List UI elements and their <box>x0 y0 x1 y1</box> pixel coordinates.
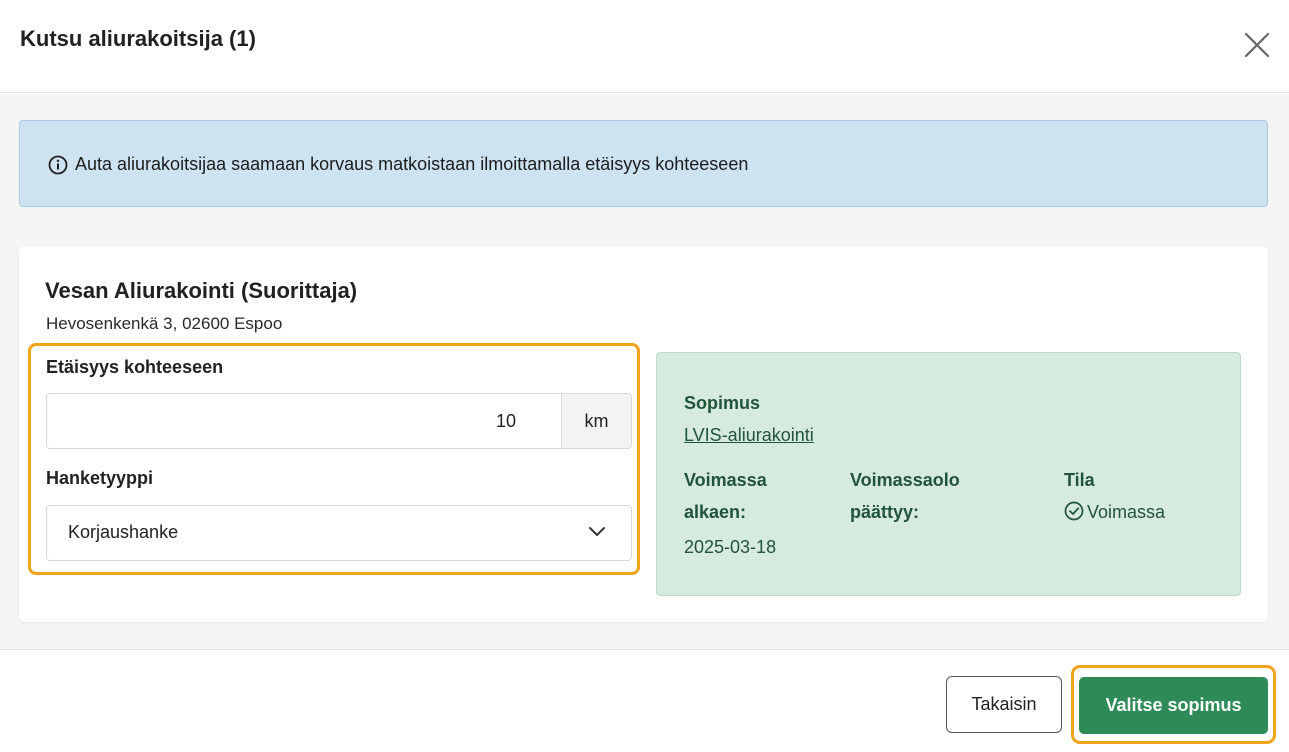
subcontractor-name: Vesan Aliurakointi (Suorittaja) <box>45 278 358 303</box>
contract-label: Sopimus <box>684 393 761 413</box>
select-contract-button[interactable]: Valitse sopimus <box>1079 677 1268 734</box>
valid-from-label-line2: alkaen: <box>684 502 747 522</box>
valid-until-label-line2: päättyy: <box>850 502 920 522</box>
status-label: Tila <box>1064 470 1095 490</box>
close-icon <box>1244 32 1270 58</box>
info-banner-text: Auta aliurakoitsijaa saamaan korvaus mat… <box>75 154 749 174</box>
dialog-title: Kutsu aliurakoitsija (1) <box>20 26 256 51</box>
distance-unit: km <box>561 394 631 448</box>
dialog-body: Auta aliurakoitsijaa saamaan korvaus mat… <box>0 94 1289 649</box>
check-circle-icon <box>1064 501 1084 521</box>
valid-until-label-line1: Voimassaolo <box>850 470 960 490</box>
distance-form: Etäisyys kohteeseen 10 km Hanketyyppi Ko… <box>28 343 640 575</box>
dialog-footer: Takaisin Valitse sopimus <box>0 649 1289 752</box>
chevron-down-icon <box>589 527 605 536</box>
contract-panel: Sopimus LVIS-aliurakointi Voimassa alkae… <box>656 352 1241 596</box>
status-badge: Voimassa <box>1064 496 1165 528</box>
close-button[interactable] <box>1240 28 1274 62</box>
project-type-selected-value: Korjaushanke <box>68 522 179 542</box>
info-circle-icon <box>48 155 68 175</box>
valid-from-label-line1: Voimassa <box>684 470 767 490</box>
project-type-select[interactable]: Korjaushanke <box>46 505 632 561</box>
distance-label: Etäisyys kohteeseen <box>46 357 224 377</box>
invite-subcontractor-dialog: Kutsu aliurakoitsija (1) Auta aliurakoit… <box>0 0 1289 752</box>
contract-link[interactable]: LVIS-aliurakointi <box>684 419 814 451</box>
status-value: Voimassa <box>1087 502 1166 522</box>
back-button[interactable]: Takaisin <box>946 676 1062 733</box>
distance-input[interactable]: 10 <box>47 394 561 448</box>
distance-input-group: 10 km <box>46 393 632 449</box>
project-type-label: Hanketyyppi <box>46 468 154 488</box>
info-banner: Auta aliurakoitsijaa saamaan korvaus mat… <box>19 120 1268 207</box>
subcontractor-card: Vesan Aliurakointi (Suorittaja) Hevosenk… <box>19 246 1268 622</box>
select-contract-highlight: Valitse sopimus <box>1071 665 1276 744</box>
dialog-header: Kutsu aliurakoitsija (1) <box>0 0 1289 93</box>
subcontractor-address: Hevosenkenkä 3, 02600 Espoo <box>46 314 283 333</box>
valid-from-value: 2025-03-18 <box>684 537 777 557</box>
